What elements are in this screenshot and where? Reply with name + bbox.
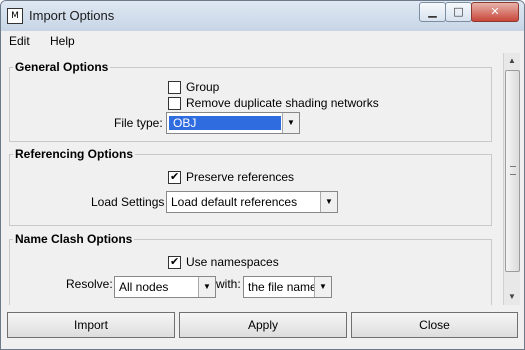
- resolve-label: Resolve:: [66, 277, 113, 291]
- remove-duplicate-checkbox[interactable]: [168, 97, 181, 110]
- chevron-down-icon: ▼: [320, 192, 337, 212]
- preserve-references-label: Preserve references: [186, 170, 295, 184]
- name-clash-options-title: Name Clash Options: [13, 232, 135, 246]
- chevron-down-icon: ▼: [282, 113, 299, 133]
- scroll-down-icon[interactable]: ▼: [504, 289, 520, 305]
- options-panel: General Options Group Remove duplicate s…: [9, 53, 503, 305]
- group-label: Group: [186, 80, 220, 94]
- preserve-references-checkbox[interactable]: ✔: [168, 170, 181, 184]
- menu-edit[interactable]: Edit: [9, 34, 30, 48]
- load-settings-select[interactable]: Load default references ▼: [166, 191, 338, 213]
- checkmark-icon: ✔: [170, 170, 180, 183]
- apply-button[interactable]: Apply: [179, 312, 347, 338]
- import-options-window: M Import Options ▁ □ ✕ Edit Help General…: [0, 0, 525, 350]
- chevron-down-icon: ▼: [314, 277, 331, 297]
- import-button[interactable]: Import: [7, 312, 175, 338]
- remove-duplicate-label: Remove duplicate shading networks: [186, 96, 379, 110]
- maya-icon: M: [7, 8, 23, 24]
- with-select[interactable]: the file name ▼: [243, 276, 332, 298]
- referencing-options-frame: [9, 154, 492, 226]
- checkmark-icon: ✔: [170, 255, 180, 268]
- menu-help[interactable]: Help: [50, 34, 75, 48]
- use-namespaces-checkbox[interactable]: ✔: [168, 255, 181, 269]
- file-type-select[interactable]: OBJ ▼: [166, 112, 300, 134]
- general-options-title: General Options: [13, 60, 111, 74]
- group-checkbox[interactable]: [168, 81, 181, 94]
- menu-bar: Edit Help: [1, 31, 524, 50]
- title-bar: M Import Options ▁ □ ✕: [1, 1, 524, 31]
- vertical-scrollbar[interactable]: ▲ ▼: [503, 53, 520, 305]
- button-bar: Import Apply Close: [1, 308, 524, 349]
- load-settings-value: Load default references: [171, 195, 298, 209]
- with-label: with:: [216, 277, 241, 291]
- chevron-down-icon: ▼: [198, 277, 215, 297]
- with-value: the file name: [248, 280, 317, 294]
- resolve-value: All nodes: [119, 280, 169, 294]
- close-window-button[interactable]: ✕: [471, 2, 519, 22]
- scroll-up-icon[interactable]: ▲: [504, 53, 520, 69]
- resolve-select[interactable]: All nodes ▼: [114, 276, 216, 298]
- window-title: Import Options: [29, 8, 115, 23]
- scroll-thumb[interactable]: [505, 70, 520, 272]
- close-button[interactable]: Close: [351, 312, 518, 338]
- file-type-label: File type:: [114, 116, 163, 130]
- maximize-button[interactable]: □: [445, 2, 472, 22]
- load-settings-label: Load Settings: [91, 195, 165, 209]
- referencing-options-title: Referencing Options: [13, 147, 136, 161]
- file-type-value: OBJ: [169, 116, 281, 130]
- grip-icon: [510, 166, 516, 175]
- minimize-button[interactable]: ▁: [419, 2, 446, 22]
- use-namespaces-label: Use namespaces: [186, 255, 279, 269]
